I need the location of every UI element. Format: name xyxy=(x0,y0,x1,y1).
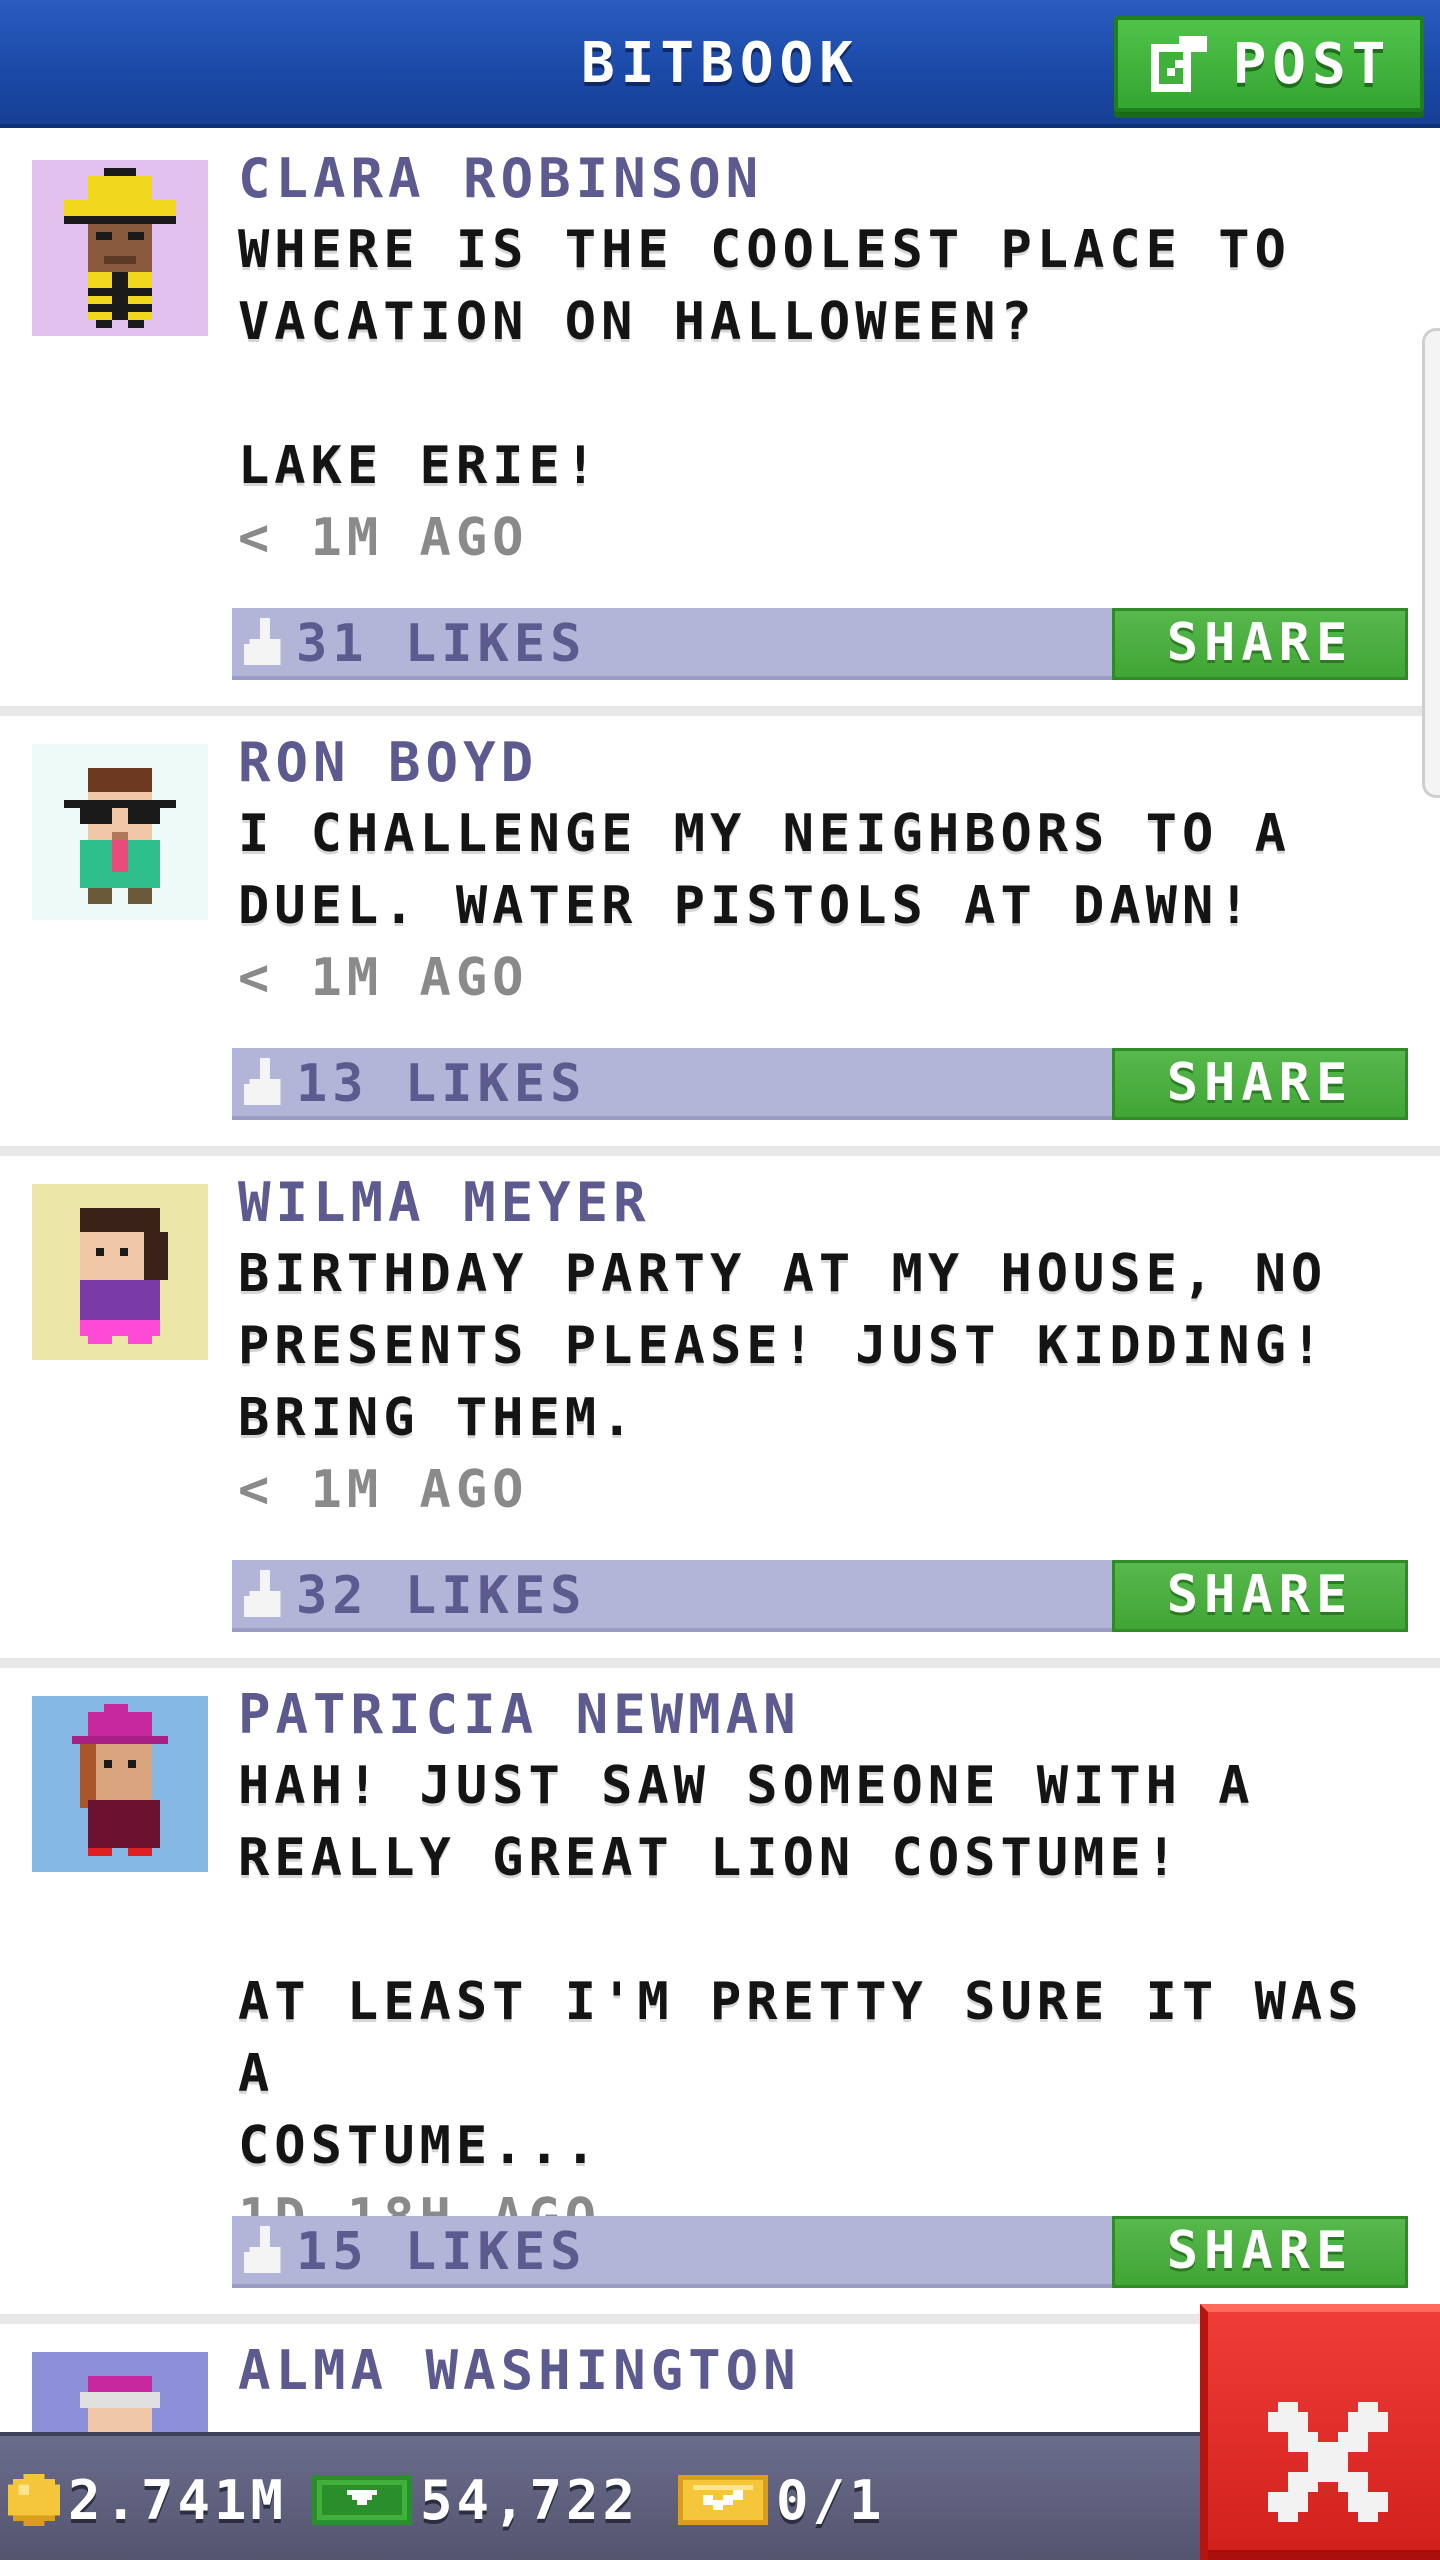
thumbs-up-icon xyxy=(244,2226,281,2273)
like-button[interactable]: 31 LIKES xyxy=(232,608,672,680)
like-button[interactable]: 13 LIKES xyxy=(232,1048,672,1120)
edit-icon xyxy=(1150,36,1207,92)
post-action-bar: 13 LIKES SHARE xyxy=(232,1048,1408,1120)
likes-count: 13 LIKES xyxy=(296,1054,587,1114)
post-timestamp: < 1M AGO xyxy=(238,948,529,1008)
post-message: WHERE IS THE COOLEST PLACE TO VACATION O… xyxy=(238,220,1291,496)
post-timestamp: < 1M AGO xyxy=(238,508,529,568)
share-button[interactable]: SHARE xyxy=(1112,608,1408,680)
coins-stat: 2.741M xyxy=(8,2436,287,2560)
post-action-bar: 15 LIKES SHARE xyxy=(232,2216,1408,2288)
thumbs-up-icon xyxy=(244,1570,281,1617)
post-action-bar: 32 LIKES SHARE xyxy=(232,1560,1408,1632)
author-avatar xyxy=(32,160,208,336)
like-button[interactable]: 32 LIKES xyxy=(232,1560,672,1632)
app-header: BITBOOK POST xyxy=(0,0,1440,128)
likes-count: 32 LIKES xyxy=(296,1566,587,1626)
thumbs-up-icon xyxy=(244,1058,281,1105)
author-avatar xyxy=(32,1696,208,1872)
avatar-fireman-icon xyxy=(32,160,208,336)
post-message: BIRTHDAY PARTY AT MY HOUSE, NO PRESENTS … xyxy=(238,1244,1328,1448)
close-icon xyxy=(1268,2402,1388,2522)
tickets-stat: 0/1 xyxy=(678,2436,886,2560)
post-message: I CHALLENGE MY NEIGHBORS TO A DUEL. WATE… xyxy=(238,804,1291,936)
post-author[interactable]: WILMA MEYER xyxy=(238,1168,1400,1238)
share-button[interactable]: SHARE xyxy=(1112,2216,1408,2288)
post-button[interactable]: POST xyxy=(1114,16,1424,112)
bux-value: 54,722 xyxy=(420,2468,640,2532)
bux-icon xyxy=(312,2475,412,2525)
like-button[interactable]: 15 LIKES xyxy=(232,2216,672,2288)
thumbs-up-icon xyxy=(244,618,281,665)
post-message: HAH! JUST SAW SOMEONE WITH A REALLY GREA… xyxy=(238,1756,1364,2176)
feed-post: CLARA ROBINSON WHERE IS THE COOLEST PLAC… xyxy=(0,132,1440,716)
likes-count: 31 LIKES xyxy=(296,614,587,674)
feed-post: WILMA MEYER BIRTHDAY PARTY AT MY HOUSE, … xyxy=(0,1156,1440,1668)
post-author[interactable]: CLARA ROBINSON xyxy=(238,144,1400,214)
likes-count: 15 LIKES xyxy=(296,2222,587,2282)
bitbook-feed[interactable]: CLARA ROBINSON WHERE IS THE COOLEST PLAC… xyxy=(0,132,1440,2554)
coin-icon xyxy=(8,2474,60,2526)
feed-post: PATRICIA NEWMAN HAH! JUST SAW SOMEONE WI… xyxy=(0,1668,1440,2324)
ticket-icon xyxy=(678,2475,768,2525)
share-button[interactable]: SHARE xyxy=(1112,1048,1408,1120)
bux-stat: 54,722 xyxy=(312,2436,639,2560)
author-avatar xyxy=(32,1184,208,1360)
share-button[interactable]: SHARE xyxy=(1112,1560,1408,1632)
scroll-handle[interactable] xyxy=(1422,328,1440,798)
avatar-pink-hat-icon xyxy=(32,1696,208,1872)
post-button-label: POST xyxy=(1232,31,1392,97)
close-button[interactable] xyxy=(1200,2304,1440,2560)
coins-value: 2.741M xyxy=(68,2468,288,2532)
post-timestamp: < 1M AGO xyxy=(238,1460,529,1520)
avatar-purple-shirt-icon xyxy=(32,1184,208,1360)
post-action-bar: 31 LIKES SHARE xyxy=(232,608,1408,680)
author-avatar xyxy=(32,744,208,920)
avatar-sunglasses-icon xyxy=(32,744,208,920)
post-author[interactable]: PATRICIA NEWMAN xyxy=(238,1680,1400,1750)
post-author[interactable]: RON BOYD xyxy=(238,728,1400,798)
tickets-value: 0/1 xyxy=(776,2468,886,2532)
feed-post: RON BOYD I CHALLENGE MY NEIGHBORS TO A D… xyxy=(0,716,1440,1156)
